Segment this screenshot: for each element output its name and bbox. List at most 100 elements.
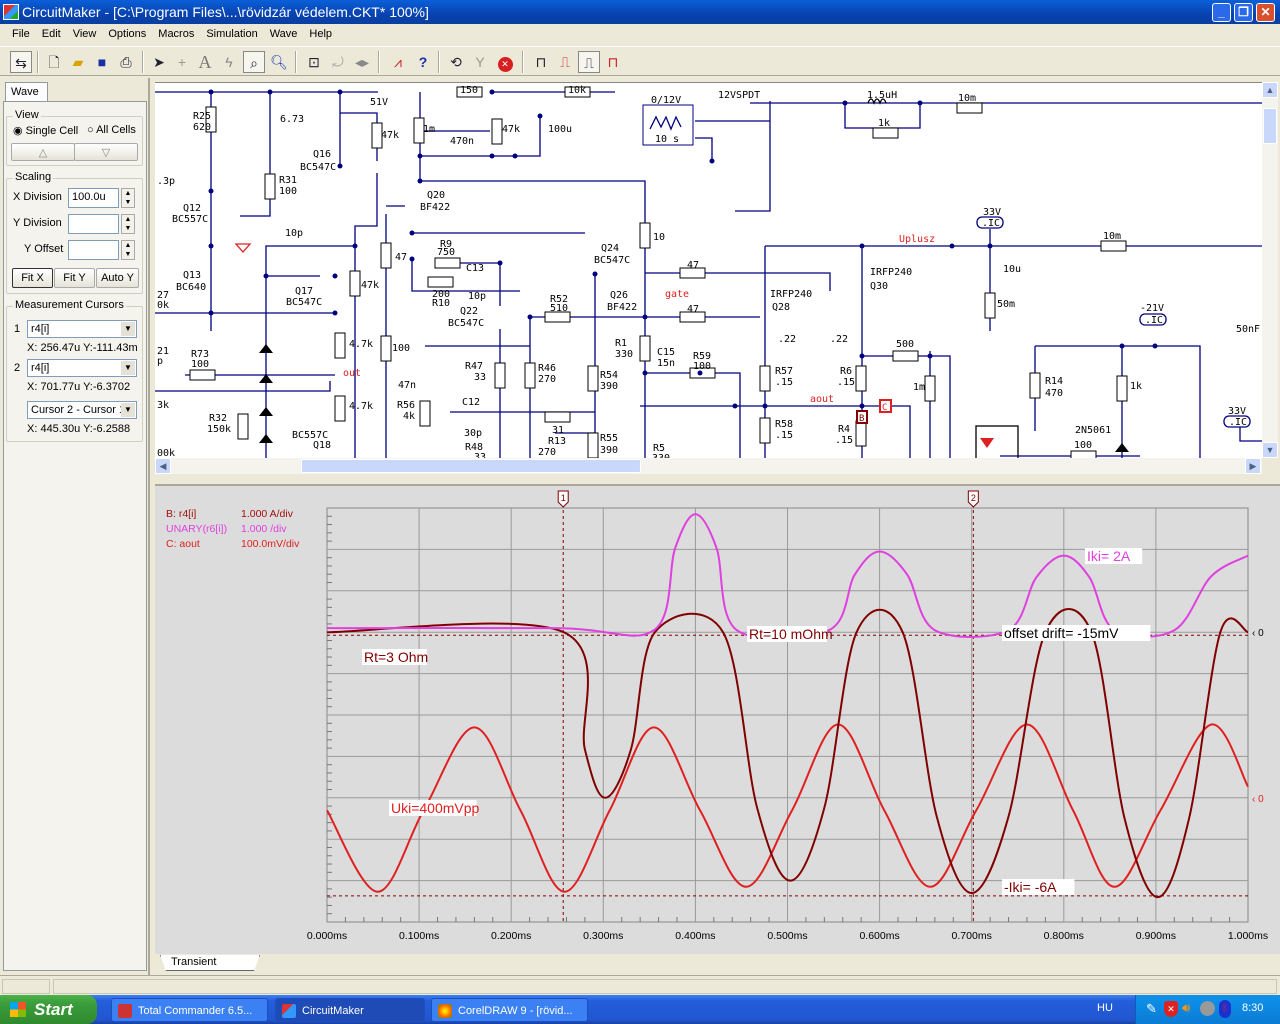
- component-label: R55: [600, 433, 618, 444]
- schematic-vertical-scrollbar[interactable]: ▲ ▼: [1262, 82, 1278, 458]
- fault-icon[interactable]: Y: [469, 51, 491, 73]
- analysis-dc-icon[interactable]: ⊓: [530, 51, 552, 73]
- analysis-ac-icon[interactable]: ⎍: [578, 51, 600, 73]
- legend-name[interactable]: C: aout: [166, 538, 200, 550]
- network-icon[interactable]: [1200, 1001, 1215, 1016]
- language-indicator[interactable]: HU: [1097, 1002, 1113, 1014]
- x-division-input[interactable]: 100.0u: [68, 188, 119, 208]
- cell-up-button[interactable]: △: [11, 143, 75, 161]
- y-offset-spinner[interactable]: ▲ ▼: [121, 240, 135, 260]
- mirror-icon[interactable]: ◂▸: [351, 51, 373, 73]
- bluetooth-icon[interactable]: ᛒ: [1219, 1000, 1231, 1018]
- run-simulation-icon[interactable]: ⩘: [387, 51, 409, 73]
- junction-dot: [859, 353, 865, 359]
- cursor-1-signal-select[interactable]: r4[i] ▼: [27, 320, 137, 338]
- menu-simulation[interactable]: Simulation: [200, 28, 263, 40]
- component-label: .15: [775, 377, 793, 388]
- maximize-button[interactable]: ❐: [1234, 3, 1253, 22]
- menu-help[interactable]: Help: [303, 28, 338, 40]
- scroll-right-icon[interactable]: ▶: [1245, 458, 1261, 474]
- minimize-button[interactable]: _: [1212, 3, 1231, 22]
- component-label: 510: [550, 303, 568, 314]
- print-icon[interactable]: ⎙: [115, 51, 137, 73]
- scroll-left-icon[interactable]: ◀: [155, 458, 171, 474]
- text-tool-icon[interactable]: A: [194, 51, 216, 73]
- app-icon[interactable]: [3, 4, 19, 20]
- tab-transient-analysis[interactable]: Transient Analysis: [160, 955, 260, 971]
- save-icon[interactable]: ■: [91, 51, 113, 73]
- analysis-transient-icon[interactable]: ⎍: [554, 51, 576, 73]
- component-label: 6.73: [280, 114, 304, 125]
- close-button[interactable]: ✕: [1256, 3, 1275, 22]
- cursor-diff-readout: X: 445.30u Y:-6.2588: [27, 423, 131, 435]
- cell-down-button[interactable]: ▽: [74, 143, 138, 161]
- schematic-canvas[interactable]: .IC .IC .IC B C R25 620 6.73 51V 47k Q16 BC547C R…: [155, 82, 1262, 458]
- junction-dot: [417, 178, 423, 184]
- legend-name[interactable]: B: r4[i]: [166, 508, 196, 520]
- volume-icon[interactable]: 🔊︎: [1182, 1000, 1190, 1016]
- wire-tool-icon[interactable]: +: [171, 51, 193, 73]
- divider: [378, 51, 380, 73]
- scroll-thumb[interactable]: [1263, 108, 1277, 144]
- reset-icon[interactable]: ⟲: [445, 51, 467, 73]
- tab-wave[interactable]: Wave: [5, 82, 48, 102]
- legend-name[interactable]: UNARY(r6[i]): [166, 523, 227, 535]
- component-label: Uplusz: [899, 234, 935, 245]
- open-folder-icon[interactable]: ▰: [67, 51, 89, 73]
- component-label: 150k: [207, 424, 231, 435]
- scroll-up-icon[interactable]: ▲: [1262, 82, 1278, 98]
- waveform-window[interactable]: B: r4[i] 1.000 A/div UNARY(r6[i]) 1.000 /di…: [155, 484, 1280, 954]
- help-icon[interactable]: ?: [412, 51, 434, 73]
- x-division-spinner[interactable]: ▲ ▼: [121, 188, 135, 208]
- annotation-text: Iki= 2A: [1087, 548, 1131, 564]
- component-label: BF422: [420, 202, 450, 213]
- y-division-input[interactable]: [68, 214, 119, 234]
- new-file-icon[interactable]: 🗋: [43, 51, 65, 73]
- menu-macros[interactable]: Macros: [152, 28, 200, 40]
- component-label: BC640: [176, 282, 206, 293]
- radio-single-cell[interactable]: ◉ Single Cell: [13, 124, 78, 137]
- y-offset-input[interactable]: [68, 240, 119, 260]
- start-button[interactable]: Start: [0, 995, 97, 1024]
- component-label: 2N5061: [1075, 425, 1111, 436]
- junction-dot: [537, 113, 543, 119]
- digital-analog-icon[interactable]: ⇆: [10, 51, 32, 73]
- junction-dot: [762, 403, 768, 409]
- legend-scale: 1.000 A/div: [241, 508, 294, 520]
- menu-options[interactable]: Options: [102, 28, 152, 40]
- menu-view[interactable]: View: [67, 28, 103, 40]
- x-tick-label: 0.200ms: [491, 930, 531, 942]
- rotate-icon[interactable]: ⤾: [327, 51, 349, 73]
- cursor-2-signal-select[interactable]: r4[i] ▼: [27, 359, 137, 377]
- divider: [37, 51, 39, 73]
- task-circuitmaker[interactable]: CircuitMaker: [275, 998, 425, 1022]
- component-label: 30p: [464, 428, 482, 439]
- pen-tablet-icon[interactable]: ✎: [1146, 1001, 1157, 1017]
- fit-y-button[interactable]: Fit Y: [54, 268, 95, 288]
- stop-icon[interactable]: ✕: [494, 51, 516, 73]
- security-shield-icon[interactable]: ✕: [1164, 1001, 1178, 1017]
- schematic-horizontal-scrollbar[interactable]: ◀ ▶: [155, 458, 1262, 474]
- menu-file[interactable]: File: [6, 28, 36, 40]
- component-label: 4k: [403, 411, 415, 422]
- fit-x-button[interactable]: Fit X: [12, 268, 53, 288]
- component-label: BC547C: [594, 255, 630, 266]
- menu-edit[interactable]: Edit: [36, 28, 67, 40]
- cursor-diff-select[interactable]: Cursor 2 - Cursor 1 ▼: [27, 401, 137, 419]
- scroll-thumb[interactable]: [301, 459, 641, 473]
- zoom-fit-icon[interactable]: ⊡: [303, 51, 325, 73]
- zoom-icon[interactable]: 🔍︎: [268, 51, 290, 73]
- task-coreldraw[interactable]: CorelDRAW 9 - [rövid...: [431, 998, 588, 1022]
- annotation-text: -Iki= -6A: [1004, 879, 1057, 895]
- y-division-spinner[interactable]: ▲ ▼: [121, 214, 135, 234]
- radio-all-cells[interactable]: ○ All Cells: [87, 124, 136, 136]
- auto-y-button[interactable]: Auto Y: [96, 268, 139, 288]
- arrow-tool-icon[interactable]: ➤: [148, 51, 170, 73]
- probe-tool-icon[interactable]: ⌕: [243, 51, 265, 73]
- menu-wave[interactable]: Wave: [264, 28, 304, 40]
- scroll-down-icon[interactable]: ▼: [1262, 442, 1278, 458]
- wave-panel: Wave View ◉ Single Cell ○ All Cells △ ▽ …: [0, 78, 150, 975]
- analysis-fourier-icon[interactable]: ⊓: [602, 51, 624, 73]
- task-total-commander[interactable]: Total Commander 6.5...: [111, 998, 268, 1022]
- lightning-icon[interactable]: ϟ: [218, 51, 240, 73]
